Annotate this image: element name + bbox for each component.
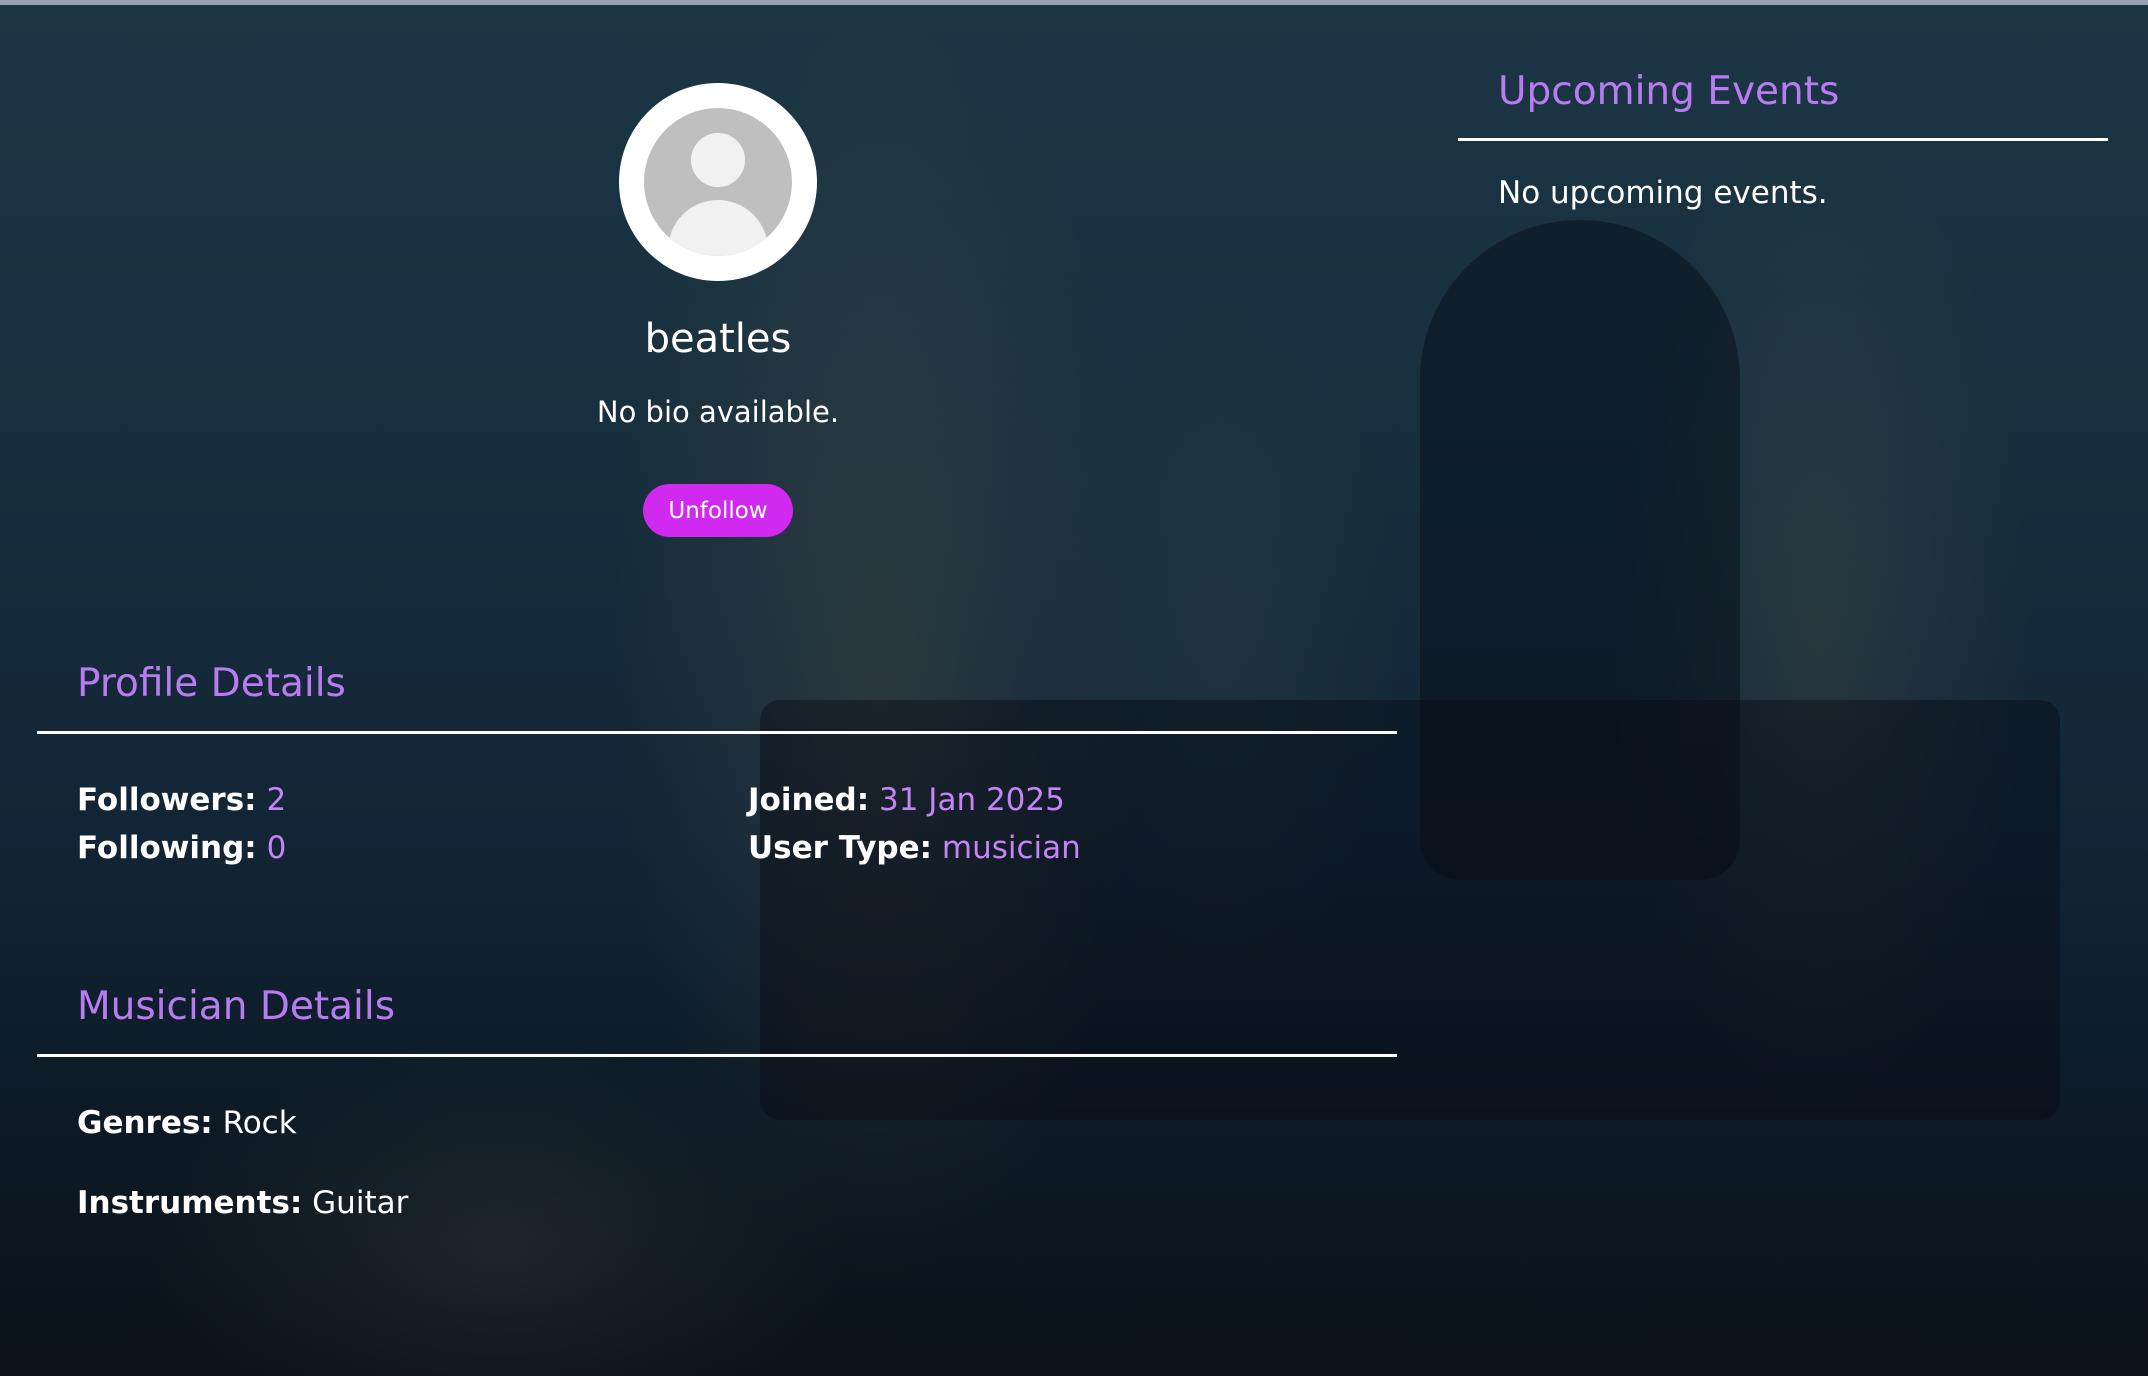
instruments-value: Guitar (312, 1185, 409, 1221)
musician-details-title: Musician Details (77, 984, 396, 1029)
no-events-message: No upcoming events. (1498, 175, 1828, 211)
stage-silhouette (760, 700, 2060, 1120)
upcoming-events-divider (1458, 138, 2108, 141)
profile-details-title: Profile Details (77, 661, 346, 706)
default-user-avatar-icon (644, 108, 792, 256)
profile-username: beatles (644, 316, 792, 362)
instruments-field: Instruments: Guitar (77, 1182, 408, 1224)
user-type-field: User Type: musician (748, 827, 1081, 869)
upcoming-events-title: Upcoming Events (1498, 69, 1840, 114)
profile-details-divider (37, 731, 1397, 734)
followers-field: Followers: 2 (77, 779, 286, 821)
genres-field: Genres: Rock (77, 1102, 297, 1144)
instruments-label: Instruments: (77, 1185, 303, 1221)
user-type-label: User Type: (748, 830, 933, 866)
profile-avatar (619, 83, 817, 281)
avatar-body-shape (668, 200, 768, 256)
user-type-value: musician (941, 830, 1081, 866)
following-count[interactable]: 0 (267, 830, 287, 866)
genres-value: Rock (222, 1105, 297, 1141)
unfollow-button[interactable]: Unfollow (643, 484, 793, 537)
avatar-head-shape (691, 133, 745, 187)
browser-top-border (0, 0, 2148, 5)
musician-details-divider (37, 1054, 1397, 1057)
followers-count[interactable]: 2 (266, 782, 286, 818)
profile-bio: No bio available. (596, 395, 840, 429)
following-label: Following: (77, 830, 257, 866)
joined-field: Joined: 31 Jan 2025 (748, 779, 1065, 821)
following-field: Following: 0 (77, 827, 286, 869)
joined-label: Joined: (748, 782, 870, 818)
followers-label: Followers: (77, 782, 257, 818)
joined-date: 31 Jan 2025 (879, 782, 1065, 818)
genres-label: Genres: (77, 1105, 213, 1141)
